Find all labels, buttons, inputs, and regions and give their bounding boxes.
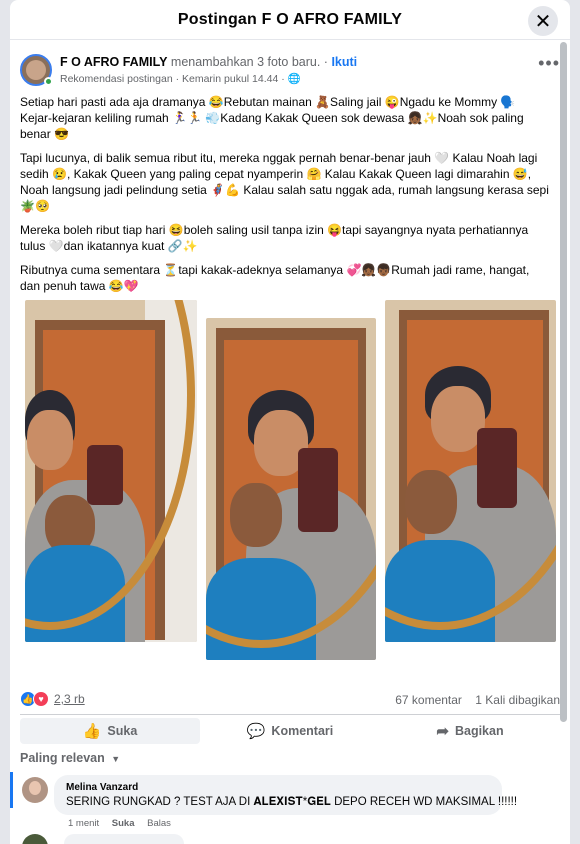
post-header: F O AFRO FAMILY menambahkan 3 foto baru.… <box>20 52 560 88</box>
post-modal: Postingan F O AFRO FAMILY ✕ F O AFRO FAM… <box>10 0 570 844</box>
sort-label: Paling relevan <box>20 751 105 765</box>
more-options-icon[interactable]: ••• <box>538 54 560 72</box>
comment-bubble: Melina Vanzard SERING RUNGKAD ? TEST AJA… <box>54 775 518 815</box>
comment-bubble-icon: 💬 <box>246 723 266 740</box>
like-label: Suka <box>107 724 138 738</box>
comment-count[interactable]: 67 komentar <box>395 693 462 707</box>
commenter-name[interactable]: Melina Vanzard <box>66 782 490 793</box>
author-name[interactable]: F O AFRO FAMILY <box>60 55 167 69</box>
modal-title: Postingan F O AFRO FAMILY <box>177 10 403 28</box>
share-label: Bagikan <box>454 724 504 738</box>
avatar-image <box>26 60 46 80</box>
comment-button[interactable]: 💬 Komentari <box>200 718 380 744</box>
comment-text: SERING RUNGKAD ? TEST AJA DI 𝐀𝐋𝐄𝐗𝐈𝐒𝐓*𝐆𝐄𝐋… <box>66 796 518 808</box>
comment-sort-dropdown[interactable]: Paling relevan ▼ <box>20 751 120 765</box>
avatar-face <box>29 781 41 795</box>
follow-button[interactable]: Ikuti <box>331 55 357 69</box>
photo-grid <box>10 300 570 662</box>
separator-dot: · <box>281 73 285 85</box>
post-paragraph: Mereka boleh ribut tiap hari 😆boleh sali… <box>20 223 529 253</box>
post-photo-3[interactable] <box>385 300 556 642</box>
post-stats: 👍 ♥ 2,3 rb 67 komentar 1 Kali dibagikan <box>20 690 560 710</box>
commenter-avatar[interactable] <box>22 777 48 803</box>
post-text: Setiap hari pasti ada aja dramanya 😂Rebu… <box>20 94 550 302</box>
reaction-count[interactable]: 2,3 rb <box>54 692 85 706</box>
recommended-label: Rekomendasi postingan <box>60 73 173 85</box>
close-icon[interactable]: ✕ <box>528 6 558 36</box>
globe-icon: 🌐 <box>287 73 301 85</box>
post-time[interactable]: Kemarin pukul 14.44 <box>182 73 278 85</box>
post-paragraph: Setiap hari pasti ada aja dramanya 😂Rebu… <box>20 95 524 141</box>
post-header-line: F O AFRO FAMILY menambahkan 3 foto baru.… <box>60 55 357 69</box>
comment-label: Komentari <box>271 724 334 738</box>
engagement-counts: 67 komentar 1 Kali dibagikan <box>385 693 560 707</box>
post-actions: 👍 Suka 💬 Komentari ➦ Bagikan <box>20 714 560 746</box>
thumbs-up-icon: 👍 <box>82 723 102 740</box>
comment-time[interactable]: 1 menit <box>68 818 99 829</box>
comment-meta: 1 menit Suka Balas <box>68 818 181 829</box>
next-commenter-avatar[interactable] <box>22 834 48 844</box>
post-photo-1[interactable] <box>25 300 197 642</box>
love-reaction-icon: ♥ <box>33 691 49 707</box>
share-button[interactable]: ➦ Bagikan <box>380 718 560 744</box>
share-count[interactable]: 1 Kali dibagikan <box>475 693 560 707</box>
post-paragraph: Ributnya cuma sementara ⏳tapi kakak-adek… <box>20 263 530 293</box>
separator-dot: · <box>175 73 180 85</box>
post-meta: Rekomendasi postingan · Kemarin pukul 14… <box>60 72 301 85</box>
comment-item: Melina Vanzard SERING RUNGKAD ? TEST AJA… <box>10 772 570 832</box>
share-arrow-icon: ➦ <box>436 723 449 740</box>
next-comment-bubble <box>64 834 184 844</box>
comment-highlight-bar <box>10 772 13 808</box>
comment-like-button[interactable]: Suka <box>112 818 135 829</box>
mirror-edge <box>385 300 556 630</box>
separator-dot: · <box>323 55 328 69</box>
modal-header: Postingan F O AFRO FAMILY ✕ <box>10 0 570 40</box>
mirror-edge <box>206 318 376 648</box>
post-photo-2[interactable] <box>206 318 376 660</box>
post-paragraph: Tapi lucunya, di balik semua ribut itu, … <box>20 151 549 213</box>
like-button[interactable]: 👍 Suka <box>20 718 200 744</box>
post-action-text: menambahkan 3 foto baru. <box>170 55 321 69</box>
comment-reply-button[interactable]: Balas <box>147 818 171 829</box>
online-status-dot <box>44 77 53 86</box>
reaction-summary[interactable]: 👍 ♥ 2,3 rb <box>20 691 85 707</box>
chevron-down-icon: ▼ <box>111 754 121 764</box>
